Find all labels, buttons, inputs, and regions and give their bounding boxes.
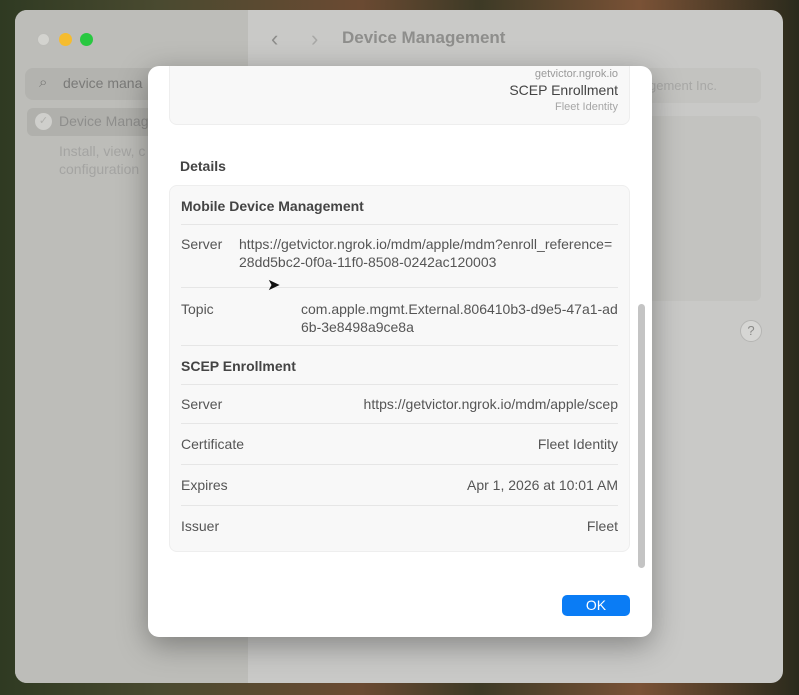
minimize-window-button[interactable]: [59, 33, 72, 46]
profile-host: getvictor.ngrok.io: [534, 68, 618, 80]
row-value: com.apple.mgmt.External.806410b3-d9e5-47…: [301, 301, 618, 335]
search-icon: ⌕: [39, 74, 48, 91]
back-button[interactable]: ‹: [271, 26, 278, 52]
scep-heading: SCEP Enrollment: [181, 346, 618, 385]
details-card: Mobile Device Management Server https://…: [169, 185, 630, 552]
row-label: Topic: [181, 301, 214, 317]
row-value: Apr 1, 2026 at 10:01 AM: [467, 477, 618, 493]
help-button[interactable]: ?: [740, 320, 762, 342]
row-value: https://getvictor.ngrok.io/mdm/apple/mdm…: [239, 236, 613, 270]
scep-expires-row: Expires Apr 1, 2026 at 10:01 AM: [181, 465, 618, 506]
row-label: Server: [181, 396, 223, 412]
profile-org: gement Inc.: [649, 78, 717, 93]
mouse-pointer-icon: ➤: [267, 277, 281, 294]
mdm-topic-row: Topic com.apple.mgmt.External.806410b3-d…: [181, 288, 618, 346]
close-window-button[interactable]: [37, 33, 50, 46]
profile-summary-card: getvictor.ngrok.io SCEP Enrollment Fleet…: [169, 66, 630, 125]
profile-subtitle: Fleet Identity: [555, 101, 618, 113]
search-input-value: device mana: [63, 75, 143, 91]
profile-details-dialog: getvictor.ngrok.io SCEP Enrollment Fleet…: [148, 66, 652, 637]
row-label: Expires: [181, 477, 228, 493]
sidebar-item-label: Device Manag: [59, 113, 149, 129]
scep-certificate-row: Certificate Fleet Identity: [181, 424, 618, 465]
row-value: Fleet: [586, 518, 618, 534]
details-heading: Details: [180, 158, 226, 174]
row-value: https://getvictor.ngrok.io/mdm/apple/sce…: [363, 396, 618, 412]
zoom-window-button[interactable]: [80, 33, 93, 46]
forward-button[interactable]: ›: [311, 26, 318, 52]
scrollbar-thumb[interactable]: [638, 304, 645, 568]
mdm-server-row: Server https://getvictor.ngrok.io/mdm/ap…: [181, 225, 618, 288]
profile-title: SCEP Enrollment: [509, 82, 618, 98]
row-label: Issuer: [181, 518, 220, 534]
row-label: Certificate: [181, 436, 245, 452]
checkmark-badge-icon: ✓: [35, 113, 52, 130]
scep-issuer-row: Issuer Fleet: [181, 506, 618, 546]
ok-button[interactable]: OK: [562, 595, 630, 616]
scep-server-row: Server https://getvictor.ngrok.io/mdm/app…: [181, 385, 618, 424]
row-label: Server: [181, 236, 223, 252]
mdm-heading: Mobile Device Management: [181, 186, 618, 225]
profile-row[interactable]: gement Inc.: [635, 68, 761, 103]
profile-list: [635, 116, 761, 301]
window-title: Device Management: [342, 28, 506, 47]
row-value: Fleet Identity: [537, 436, 618, 452]
